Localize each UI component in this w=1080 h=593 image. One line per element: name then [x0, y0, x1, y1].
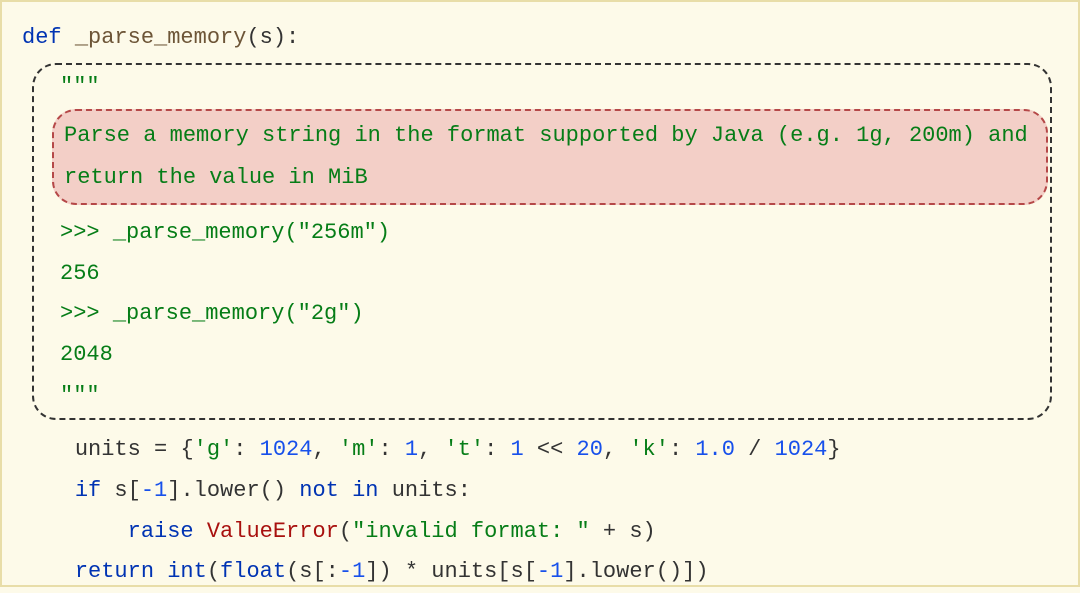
doctest-paren-close-1: ) — [377, 220, 390, 245]
invalid-format-str: "invalid format: " — [352, 519, 590, 544]
neg1-c: -1 — [537, 559, 563, 584]
builtin-float: float — [220, 559, 286, 584]
doctest-func-2: _parse_memory — [113, 301, 285, 326]
neg1-b: -1 — [339, 559, 365, 584]
dot-lower-1: .lower() — [180, 478, 286, 503]
docstring-open: """ — [60, 67, 1048, 108]
val-1b: 1 — [511, 437, 524, 462]
colon-if: : — [458, 478, 471, 503]
comma-3: , — [603, 437, 629, 462]
paren-open: ( — [246, 25, 259, 50]
doctest-result-1: 256 — [60, 254, 1048, 295]
float-paren-open: ( — [286, 559, 299, 584]
comma-1: , — [312, 437, 338, 462]
keyword-raise: raise — [128, 519, 194, 544]
key-g: 'g' — [194, 437, 234, 462]
raise-line: raise ValueError("invalid format: " + s) — [22, 512, 1058, 553]
docstring-quotes-close: """ — [60, 383, 100, 408]
keyword-return: return — [75, 559, 154, 584]
colon-2: : — [378, 437, 404, 462]
builtin-int: int — [167, 559, 207, 584]
brace-open: { — [180, 437, 193, 462]
doctest-func-1: _parse_memory — [113, 220, 285, 245]
tail-close: ].lower()]) — [563, 559, 708, 584]
doctest-paren-close-2: ) — [350, 301, 363, 326]
colon-1: : — [233, 437, 259, 462]
slice-s: s[: — [299, 559, 339, 584]
var-units: units — [75, 437, 141, 462]
docstring-summary-line-2: return the value in MiB — [64, 157, 1036, 199]
op-mul: * — [392, 559, 432, 584]
op-shift: << — [524, 437, 577, 462]
param-s-ref: s — [629, 519, 642, 544]
neg1-a: -1 — [141, 478, 167, 503]
units-ref-1: units — [392, 478, 458, 503]
op-eq: = — [141, 437, 181, 462]
comma-2: , — [418, 437, 444, 462]
val-1024b: 1024 — [775, 437, 828, 462]
key-k: 'k' — [629, 437, 669, 462]
doctest-paren-open-2: ( — [284, 301, 297, 326]
colon-3: : — [484, 437, 510, 462]
doctest-prefix-2: >>> — [60, 301, 113, 326]
doctest-arg-1: "256m" — [298, 220, 377, 245]
exc-paren-close: ) — [643, 519, 656, 544]
doctest-arg-2: "2g" — [298, 301, 351, 326]
doctest-call-2: >>> _parse_memory("2g") — [60, 294, 1048, 335]
docstring-summary-line-1: Parse a memory string in the format supp… — [64, 115, 1036, 157]
exc-paren-open: ( — [339, 519, 352, 544]
function-name: _parse_memory — [75, 25, 247, 50]
valueerror: ValueError — [207, 519, 339, 544]
docstring-text-2: return the value in MiB — [64, 165, 368, 190]
doctest-result-text-1: 256 — [60, 261, 100, 286]
units-assignment-line: units = {'g': 1024, 'm': 1, 't': 1 << 20… — [22, 430, 1058, 471]
docstring-container: """ Parse a memory string in the format … — [32, 63, 1052, 421]
s-idx-1: s[ — [114, 478, 140, 503]
op-div: / — [735, 437, 775, 462]
slice-close: ]) — [365, 559, 391, 584]
docstring-summary-highlight: Parse a memory string in the format supp… — [52, 109, 1048, 205]
op-plus: + — [590, 519, 630, 544]
doctest-paren-open-1: ( — [284, 220, 297, 245]
keyword-def: def — [22, 25, 62, 50]
key-m: 'm' — [339, 437, 379, 462]
int-paren-open: ( — [207, 559, 220, 584]
docstring-text-1: Parse a memory string in the format supp… — [64, 123, 1028, 148]
units-idx: units[s[ — [431, 559, 537, 584]
def-line: def _parse_memory(s): — [22, 18, 1058, 59]
keyword-if: if — [75, 478, 101, 503]
val-1-0: 1.0 — [695, 437, 735, 462]
param-s: s — [260, 25, 273, 50]
keyword-not-in: not in — [286, 478, 392, 503]
doctest-prefix-1: >>> — [60, 220, 113, 245]
val-1024: 1024 — [260, 437, 313, 462]
docstring-close: """ — [60, 376, 1048, 417]
doctest-result-text-2: 2048 — [60, 342, 113, 367]
val-1: 1 — [405, 437, 418, 462]
if-line: if s[-1].lower() not in units: — [22, 471, 1058, 512]
docstring-quotes-open: """ — [60, 74, 100, 99]
brace-close: } — [827, 437, 840, 462]
val-20: 20 — [577, 437, 603, 462]
rb-1: ] — [167, 478, 180, 503]
colon-4: : — [669, 437, 695, 462]
doctest-call-1: >>> _parse_memory("256m") — [60, 213, 1048, 254]
key-t: 't' — [445, 437, 485, 462]
paren-close: ): — [273, 25, 299, 50]
doctest-result-2: 2048 — [60, 335, 1048, 376]
